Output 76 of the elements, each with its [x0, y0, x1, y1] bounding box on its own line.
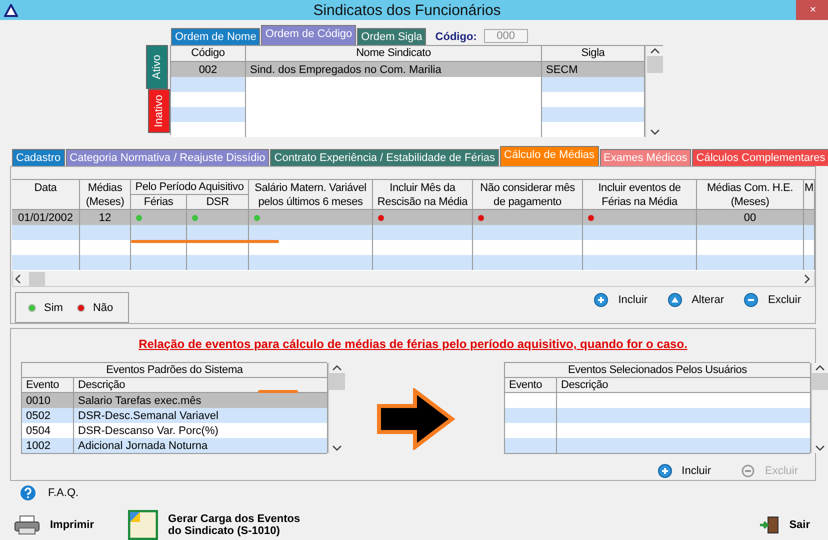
- column-group-header: Pelo Período Aquisitivo: [131, 180, 249, 195]
- table-cell: 00: [697, 210, 804, 225]
- column-header[interactable]: Salário Matern. Variável pelos últimos 6 meses: [249, 180, 373, 210]
- action-button[interactable]: Incluir: [594, 293, 648, 307]
- action-button[interactable]: Excluir: [744, 293, 801, 307]
- table-cell: Sind. dos Empregados no Com. Marilia: [246, 62, 542, 77]
- footer-button[interactable]: Gerar Carga dos Eventos do Sindicato (S-1010): [128, 510, 300, 540]
- right-arrow-icon: [376, 388, 456, 450]
- table-group-header: Eventos Selecionados Pelos Usuários: [505, 363, 811, 378]
- column-header[interactable]: Evento: [22, 378, 74, 393]
- footer-button[interactable]: Sair: [759, 516, 810, 534]
- column-header[interactable]: Incluir Mês da Rescisão na Média: [373, 180, 473, 210]
- scroll-down-icon[interactable]: [648, 127, 660, 137]
- legend-label: Não: [92, 302, 114, 314]
- column-header[interactable]: Código: [171, 46, 246, 62]
- minus-icon: [744, 293, 758, 307]
- action-button[interactable]: Alterar: [668, 293, 724, 307]
- tab[interactable]: Contrato Experiência / Estabilidade de Férias: [270, 149, 500, 166]
- printer-icon: [14, 515, 40, 535]
- column-header[interactable]: Nome Sindicato: [246, 46, 542, 62]
- field-label: Código:: [435, 31, 477, 43]
- column-header[interactable]: Evento: [505, 378, 557, 393]
- column-header[interactable]: Médias (Meses): [80, 180, 131, 210]
- table-cell: 12: [80, 210, 131, 225]
- table-cell: Adicional Jornada Noturna: [74, 438, 328, 453]
- scroll-thumb[interactable]: [812, 373, 828, 390]
- table-cell: 01/01/2002: [12, 210, 80, 225]
- scroll-up-icon[interactable]: [331, 363, 343, 373]
- table-cell: Salario Tarefas exec.mês: [74, 393, 328, 408]
- column-header[interactable]: Descrição: [557, 378, 811, 393]
- column-header[interactable]: Sigla: [542, 46, 645, 62]
- scroll-up-icon[interactable]: [648, 46, 660, 56]
- document-icon: [128, 510, 158, 540]
- triangle-icon: [4, 4, 18, 16]
- action-button[interactable]: Incluir: [658, 464, 711, 478]
- section-title: Relação de eventos para cálculo de médias de férias pelo período aquisitivo, quando for o caso.: [138, 337, 688, 351]
- help-icon: [20, 485, 36, 501]
- tab[interactable]: Cálculos Complementares: [692, 149, 828, 166]
- minus-icon: [740, 464, 755, 478]
- tab[interactable]: Ordem de Nome: [171, 28, 260, 45]
- plus-icon: [658, 464, 672, 478]
- column-header[interactable]: DSR: [187, 195, 249, 210]
- scroll-up-icon[interactable]: [814, 363, 826, 373]
- table-cell: 0010: [22, 393, 74, 408]
- table-cell: 002: [171, 62, 246, 77]
- footer-button[interactable]: Imprimir: [14, 515, 94, 535]
- scroll-thumb[interactable]: [329, 373, 345, 390]
- tab[interactable]: Ordem Sigla: [357, 28, 426, 45]
- tab[interactable]: Cadastro: [12, 149, 65, 166]
- column-header[interactable]: Não considerar mês de pagamento: [473, 180, 583, 210]
- table-cell: 0502: [22, 408, 74, 423]
- scroll-down-icon[interactable]: [331, 443, 343, 453]
- plus-icon: [594, 293, 608, 307]
- faq-link[interactable]: F.A.Q.: [48, 487, 79, 499]
- scroll-down-icon[interactable]: [814, 443, 826, 453]
- vertical-tab[interactable]: Inativo: [148, 89, 170, 133]
- table-group-header: Eventos Padrões do Sistema: [22, 363, 328, 378]
- legend-label: Sim: [44, 302, 63, 314]
- column-header[interactable]: Férias: [131, 195, 187, 210]
- close-button[interactable]: ×: [796, 0, 828, 20]
- scroll-thumb[interactable]: [646, 56, 662, 73]
- table-cell: 1002: [22, 438, 74, 453]
- window-title: Sindicatos dos Funcionários: [312, 2, 502, 18]
- column-header[interactable]: Médias Com. H.E. (Meses): [697, 180, 804, 210]
- up-icon: [668, 293, 682, 307]
- column-header[interactable]: Descrição: [74, 378, 328, 393]
- column-header[interactable]: Data: [12, 180, 80, 210]
- scroll-thumb[interactable]: [29, 272, 45, 286]
- table-cell: DSR-Desc.Semanal Variavel: [74, 408, 328, 423]
- vertical-tab[interactable]: Ativo: [146, 45, 168, 89]
- column-header[interactable]: Incluir eventos de Férias na Média: [583, 180, 697, 210]
- exit-door-icon: [759, 516, 780, 534]
- table-cell: SECM: [542, 62, 645, 77]
- column-header[interactable]: M: [804, 180, 815, 210]
- horizontal-scrollbar[interactable]: [12, 271, 815, 287]
- highlight-mark: [258, 390, 298, 393]
